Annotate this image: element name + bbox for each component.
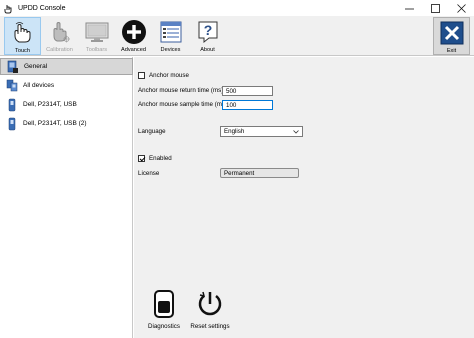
svg-text:?: ? xyxy=(203,22,212,38)
calibration-icon xyxy=(47,19,73,45)
help-question-icon: ? xyxy=(195,19,221,45)
license-row: License xyxy=(138,170,159,177)
anchor-mouse-checkbox[interactable] xyxy=(138,72,145,79)
diagnostics-device-icon xyxy=(150,289,178,319)
sample-time-row: Anchor mouse sample time (ms) xyxy=(138,101,227,108)
tree-label-device-1: Dell, P2314T, USB xyxy=(23,101,77,108)
language-select[interactable]: English xyxy=(220,126,303,137)
return-time-label: Anchor mouse return time (ms) xyxy=(138,87,224,94)
chevron-down-icon xyxy=(293,130,299,134)
reset-settings-button[interactable]: Reset settings xyxy=(187,289,233,335)
language-row: Language xyxy=(138,128,166,135)
about-button[interactable]: ? About xyxy=(189,17,226,55)
touch-button[interactable]: Touch xyxy=(4,17,41,55)
window-title: UPDD Console xyxy=(18,4,66,12)
diagnostics-button[interactable]: Diagnostics xyxy=(141,289,187,335)
plus-circle-icon xyxy=(121,19,147,45)
anchor-mouse-label: Anchor mouse xyxy=(149,72,189,79)
usb-device-icon xyxy=(6,98,18,112)
exit-button[interactable]: Exit xyxy=(433,17,470,55)
enabled-checkbox[interactable] xyxy=(138,155,145,162)
close-icon xyxy=(456,3,466,13)
tree-item-device-2[interactable]: Dell, P2314T, USB (2) xyxy=(0,115,133,132)
tree-label-general: General xyxy=(24,63,48,70)
devices-button[interactable]: Devices xyxy=(152,17,189,55)
device-tree: General All devices Dell, P2314T, USB De… xyxy=(0,57,133,338)
tree-label-all-devices: All devices xyxy=(23,82,55,89)
reset-settings-label: Reset settings xyxy=(190,323,230,330)
anchor-mouse-row: Anchor mouse xyxy=(138,72,189,79)
language-value: English xyxy=(224,128,245,135)
exit-x-icon xyxy=(439,20,465,46)
exit-label: Exit xyxy=(446,48,457,54)
app-hand-icon xyxy=(4,4,13,13)
devices-label: Devices xyxy=(160,47,181,53)
close-button[interactable] xyxy=(448,0,474,16)
all-devices-icon xyxy=(6,79,18,93)
reset-power-icon xyxy=(196,289,224,319)
calibration-button[interactable]: Calibration xyxy=(41,17,78,55)
tree-item-all-devices[interactable]: All devices xyxy=(0,77,133,94)
license-value: Permanent xyxy=(220,168,299,178)
tree-label-device-2: Dell, P2314T, USB (2) xyxy=(23,120,87,127)
toolbars-label: Toolbars xyxy=(85,47,108,53)
diagnostics-label: Diagnostics xyxy=(148,323,180,330)
settings-panel: Anchor mouse Anchor mouse return time (m… xyxy=(134,57,474,338)
touch-label: Touch xyxy=(15,48,30,54)
about-label: About xyxy=(200,47,215,53)
sample-time-input[interactable]: 100 xyxy=(222,100,273,110)
maximize-icon xyxy=(430,3,440,13)
tree-item-device-1[interactable]: Dell, P2314T, USB xyxy=(0,96,133,113)
advanced-label: Advanced xyxy=(121,47,146,53)
tree-item-general[interactable]: General xyxy=(0,58,133,75)
advanced-button[interactable]: Advanced xyxy=(115,17,152,55)
minimize-icon xyxy=(404,8,414,9)
general-device-icon xyxy=(7,60,19,74)
enabled-label: Enabled xyxy=(149,155,172,162)
touch-hand-icon xyxy=(10,20,36,46)
license-label: License xyxy=(138,170,160,177)
usb-device-icon xyxy=(6,117,18,131)
minimize-button[interactable] xyxy=(396,0,422,16)
toolbar: Touch Calibration Toolbars Advanced Devi… xyxy=(0,16,474,56)
calibration-label: Calibration xyxy=(46,47,73,53)
maximize-button[interactable] xyxy=(422,0,448,16)
devices-list-icon xyxy=(158,19,184,45)
return-time-row: Anchor mouse return time (ms) xyxy=(138,87,223,94)
language-label: Language xyxy=(138,128,166,135)
title-bar: UPDD Console xyxy=(0,0,474,16)
sample-time-label: Anchor mouse sample time (ms) xyxy=(138,101,228,108)
toolbars-monitor-icon xyxy=(84,19,110,45)
enabled-row: Enabled xyxy=(138,155,172,162)
toolbars-button[interactable]: Toolbars xyxy=(78,17,115,55)
return-time-input[interactable]: 500 xyxy=(222,86,273,96)
